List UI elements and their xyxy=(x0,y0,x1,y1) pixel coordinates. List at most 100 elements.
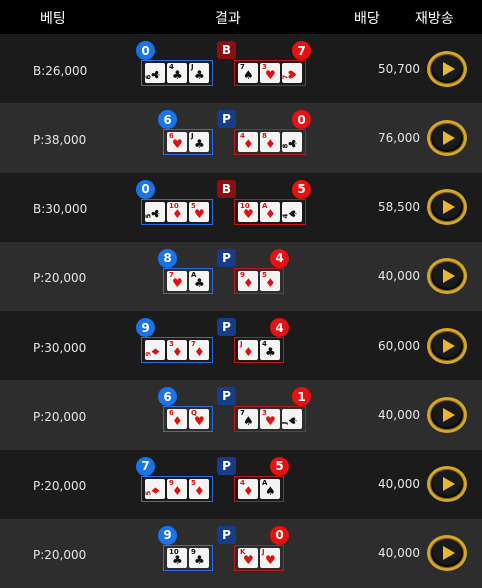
winner-tag: P xyxy=(217,456,236,475)
table-row: P:20,0006P16♦Q♥7♠3♥J♠40,000 xyxy=(0,380,482,450)
payout-amount: 60,000 xyxy=(378,338,420,353)
banker-score-badge: 5 xyxy=(292,179,311,199)
replay-button[interactable] xyxy=(427,119,467,156)
playing-card: J ♣ xyxy=(189,63,209,83)
winner-tag: P xyxy=(217,248,236,267)
playing-card: 5 ♣ xyxy=(145,201,165,222)
playing-card: 5 ♦ xyxy=(260,270,280,291)
header-replay: 재방송 xyxy=(415,11,454,27)
play-icon xyxy=(442,61,455,76)
card-suit-icon: ♦ xyxy=(265,206,276,221)
playing-card: 6 ♦ xyxy=(167,409,187,430)
card-suit-icon: ♣ xyxy=(194,275,205,290)
banker-score-badge: 4 xyxy=(270,248,289,268)
card-suit-icon: ♠ xyxy=(243,68,254,82)
playing-card: 8 ♣ xyxy=(282,132,302,153)
table-row: P:20,000 8 P 4 7 ♥ A ♣ 9 ♦ 5 ♦ 40,000 xyxy=(0,241,482,311)
table-row: B:26,000 0 B 7 6 ♣ 4 ♣ J ♣ 7 ♠ 3 ♥ 7 ♥ 50,700 xyxy=(0,34,482,104)
card-suit-icon: ♥ xyxy=(194,414,205,429)
playing-card: 7 ♠ xyxy=(238,63,258,83)
payout-amount: 40,000 xyxy=(378,477,420,492)
playing-card: 7 ♥ xyxy=(282,63,302,83)
card-suit-icon: ♥ xyxy=(172,275,183,290)
playing-card: A ♠ xyxy=(260,478,280,499)
result-cell: 9 P 0 10 ♣ 9 ♣ K ♥ J ♥ xyxy=(0,525,320,581)
playing-card: 4 ♣ xyxy=(260,340,280,360)
playing-card: 10 ♣ xyxy=(167,547,187,568)
card-suit-icon: ♥ xyxy=(265,414,276,429)
playing-card: 4 ♦ xyxy=(238,478,258,499)
card-suit-icon: ♣ xyxy=(265,345,276,359)
replay-button[interactable] xyxy=(427,466,467,503)
result-cell: 7 P 5 5 ♦ 9 ♦ 5 ♦ 4 ♦ A ♠ xyxy=(0,456,320,512)
replay-button[interactable] xyxy=(427,50,467,87)
payout-amount: 40,000 xyxy=(378,546,420,561)
playing-card: 4 ♣ xyxy=(167,63,187,83)
card-suit-icon: ♦ xyxy=(243,483,254,498)
payout-amount: 40,000 xyxy=(378,407,420,422)
card-suit-icon: ♣ xyxy=(149,208,163,218)
banker-hand: 7♠3♥J♠ xyxy=(234,406,306,433)
playing-card: 9 ♦ xyxy=(145,340,165,360)
player-hand: 6 ♣ 4 ♣ J ♣ xyxy=(141,60,213,86)
result-cell: 0 B 5 5 ♣ 10 ♦ 5 ♥ 10 ♥ A ♦ 4 ♠ xyxy=(0,179,320,235)
winner-tag: B xyxy=(217,179,236,198)
card-suit-icon: ♣ xyxy=(172,68,183,82)
playing-card: 3 ♥ xyxy=(260,63,280,83)
banker-score-badge: 4 xyxy=(270,318,289,337)
winner-tag: P xyxy=(217,110,236,129)
player-score-badge: 6 xyxy=(158,387,177,407)
card-suit-icon: ♥ xyxy=(243,552,254,567)
card-suit-icon: ♦ xyxy=(243,137,254,152)
playing-card: 9 ♣ xyxy=(189,547,209,568)
banker-hand: 4 ♦ A ♠ xyxy=(234,475,284,502)
playing-card: 7 ♥ xyxy=(167,270,187,291)
play-icon xyxy=(442,338,455,353)
replay-button[interactable] xyxy=(427,189,467,226)
replay-button[interactable] xyxy=(427,327,467,364)
card-suit-icon: ♦ xyxy=(194,483,205,498)
playing-card: 4 ♦ xyxy=(238,132,258,153)
table-header: 베팅 결과 배당 재방송 xyxy=(0,0,482,34)
card-suit-icon: ♣ xyxy=(194,137,205,152)
card-suit-icon: ♠ xyxy=(286,415,300,426)
playing-card: 10 ♦ xyxy=(167,201,187,222)
replay-button[interactable] xyxy=(427,396,467,433)
playing-card: 6 ♣ xyxy=(145,63,165,83)
playing-card: A ♣ xyxy=(189,270,209,291)
card-suit-icon: ♦ xyxy=(172,206,183,221)
playing-card: K ♥ xyxy=(238,547,258,568)
banker-hand: 9 ♦ 5 ♦ xyxy=(234,267,284,294)
player-hand: 7 ♥ A ♣ xyxy=(163,267,213,294)
replay-button[interactable] xyxy=(427,535,467,572)
player-score-badge: 7 xyxy=(136,456,155,476)
header-payout: 배당 xyxy=(354,11,380,27)
winner-tag: P xyxy=(217,387,236,406)
card-suit-icon: ♦ xyxy=(194,345,205,359)
banker-hand: K ♥ J ♥ xyxy=(234,544,284,571)
card-suit-icon: ♦ xyxy=(149,485,163,495)
banker-hand: 4 ♦ 8 ♦ 8 ♣ xyxy=(234,129,306,156)
history-list: B:26,000 0 B 7 6 ♣ 4 ♣ J ♣ 7 ♠ 3 ♥ 7 ♥ 50,700 P:38,000 6 P 0… xyxy=(0,34,482,588)
card-suit-icon: ♥ xyxy=(194,206,205,221)
playing-card: 8 ♦ xyxy=(260,132,280,153)
play-icon xyxy=(442,200,455,215)
table-row: P:38,000 6 P 0 6 ♥ J ♣ 4 ♦ 8 ♦ 8 ♣ 76,000 xyxy=(0,103,482,173)
play-icon xyxy=(442,269,455,284)
player-score-badge: 0 xyxy=(136,179,155,199)
card-suit-icon: ♦ xyxy=(149,346,163,357)
play-icon xyxy=(442,546,455,561)
card-suit-icon: ♥ xyxy=(265,68,276,82)
card-suit-icon: ♦ xyxy=(243,345,254,359)
card-suit-icon: ♣ xyxy=(286,138,300,149)
replay-button[interactable] xyxy=(427,258,467,295)
player-hand: 5 ♣ 10 ♦ 5 ♥ xyxy=(141,198,213,225)
card-suit-icon: ♣ xyxy=(172,552,183,567)
header-bet: 베팅 xyxy=(40,11,66,27)
result-cell: 6 P 1 6♦Q♥ 7♠3♥J♠ xyxy=(0,386,320,442)
card-suit-icon: ♦ xyxy=(172,414,183,429)
winner-tag: B xyxy=(217,41,236,59)
player-score-badge: 9 xyxy=(136,318,155,337)
player-score-badge: 9 xyxy=(158,525,177,545)
banker-score-badge: 0 xyxy=(292,110,311,130)
